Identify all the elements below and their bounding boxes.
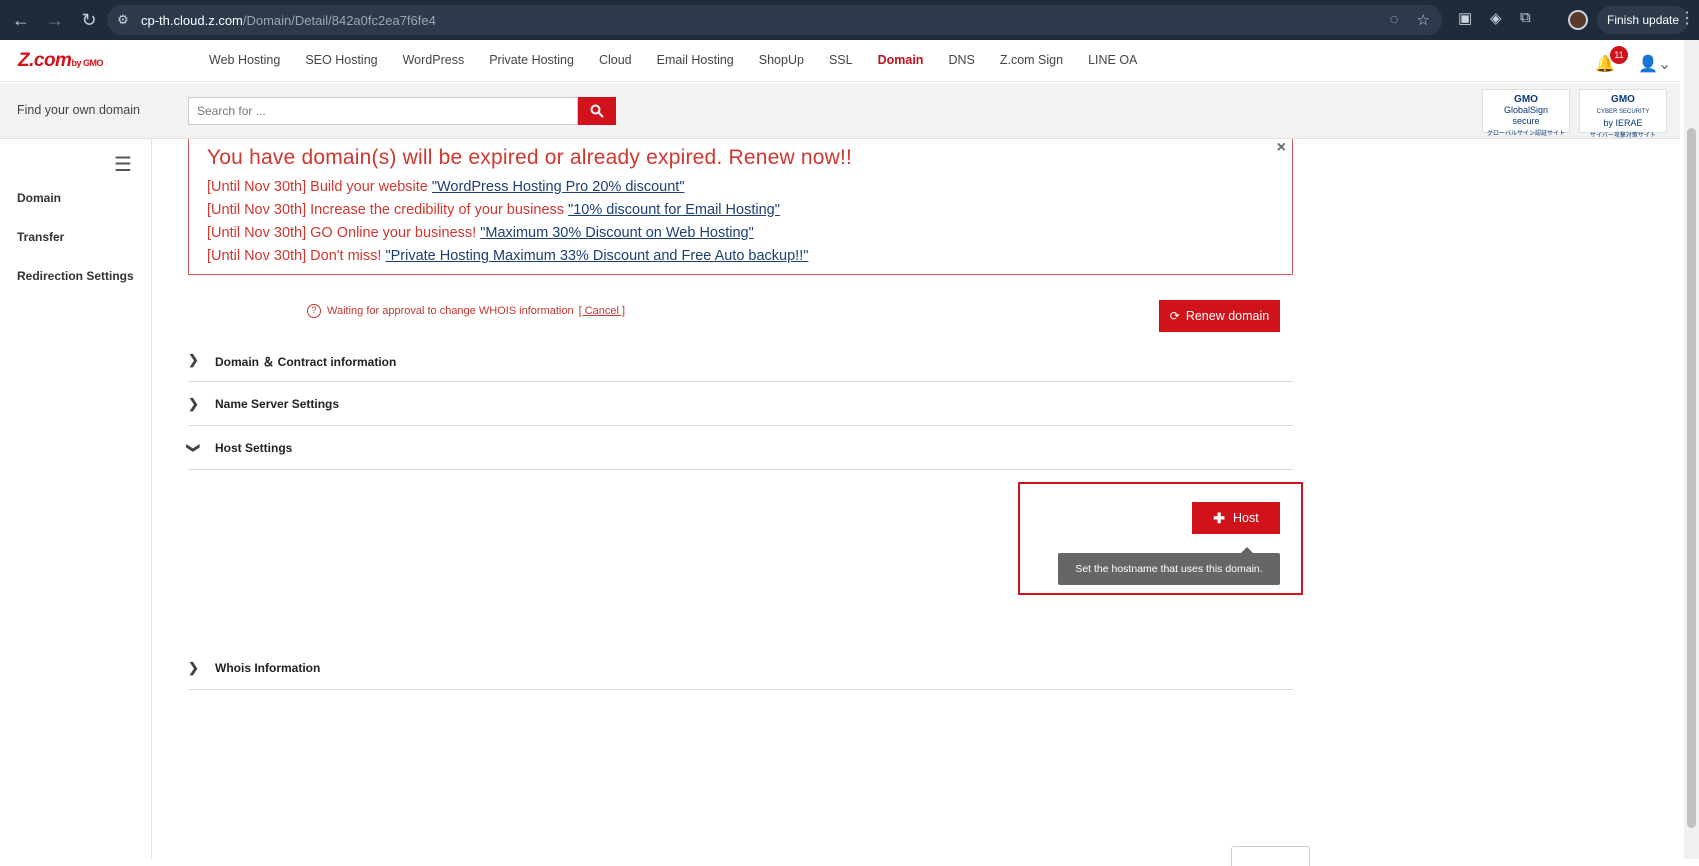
seal-ierae-cyber: CYBER SECURITY: [1596, 109, 1650, 115]
nav-private-hosting[interactable]: Private Hosting: [489, 53, 574, 67]
question-circle-icon: ?: [307, 304, 321, 318]
whois-cancel-link[interactable]: [ Cancel ]: [579, 305, 625, 317]
nav-shopup[interactable]: ShopUp: [759, 53, 804, 67]
plus-icon: ✚: [1213, 509, 1226, 526]
nav-cloud[interactable]: Cloud: [599, 53, 632, 67]
promo-link-web-hosting[interactable]: "Maximum 30% Discount on Web Hosting": [480, 225, 754, 241]
puzzle-extensions-icon[interactable]: ⧉: [1520, 9, 1531, 26]
chevron-down-icon: ❯: [186, 442, 202, 454]
user-account-icon[interactable]: 👤⌄: [1638, 54, 1671, 74]
section-title: Domain ＆ Contract information: [215, 355, 397, 369]
search-button[interactable]: [578, 97, 616, 125]
promo-link-private-hosting[interactable]: "Private Hosting Maximum 33% Discount an…: [385, 248, 808, 264]
chevron-right-icon: ❯: [188, 396, 199, 411]
expiry-alert: You have domain(s) will be expired or al…: [188, 139, 1293, 275]
host-button-label: Host: [1233, 511, 1259, 525]
nav-domain[interactable]: Domain: [878, 53, 924, 67]
url-text[interactable]: cp-th.cloud.z.com/Domain/Detail/842a0fc2…: [141, 13, 436, 28]
promo-line: [Until Nov 30th] Increase the credibilit…: [207, 199, 1274, 222]
promo-link-wordpress[interactable]: "WordPress Hosting Pro 20% discount": [432, 179, 685, 195]
whois-waiting-notice: ? Waiting for approval to change WHOIS i…: [307, 304, 625, 318]
page-scrollbar[interactable]: [1684, 40, 1699, 859]
promo-text: [Until Nov 30th] GO Online your business…: [207, 225, 481, 241]
url-path: /Domain/Detail/842a0fc2ea7f6fe4: [242, 12, 436, 28]
seal-gs-secure: secure: [1512, 116, 1540, 126]
ierae-seal[interactable]: GMO CYBER SECURITY by IERAE サイバー攻撃対策サイト: [1579, 89, 1667, 139]
host-settings-panel: ✚ Host Set the hostname that uses this d…: [1018, 482, 1303, 595]
eye-off-icon[interactable]: ◌: [1390, 11, 1399, 29]
search-icon: [590, 104, 604, 118]
back-arrow-icon[interactable]: ←: [8, 7, 34, 33]
reload-icon[interactable]: ↻: [76, 7, 102, 33]
section-whois[interactable]: ❯ Whois Information: [188, 646, 1293, 690]
nav-dns[interactable]: DNS: [948, 53, 974, 67]
extension-badge-icon[interactable]: ◈: [1490, 9, 1502, 27]
nav-zcom-sign[interactable]: Z.com Sign: [1000, 53, 1063, 67]
promo-line: [Until Nov 30th] Don't miss! "Private Ho…: [207, 245, 1274, 268]
domain-search-input[interactable]: [188, 97, 578, 125]
promo-line: [Until Nov 30th] Build your website "Wor…: [207, 176, 1274, 199]
promo-line: [Until Nov 30th] GO Online your business…: [207, 222, 1274, 245]
promo-text: [Until Nov 30th] Build your website: [207, 179, 432, 195]
promo-text: [Until Nov 30th] Don't miss!: [207, 248, 386, 264]
site-settings-icon[interactable]: ⚙: [113, 12, 133, 28]
whois-waiting-text: Waiting for approval to change WHOIS inf…: [327, 305, 574, 317]
close-icon[interactable]: ×: [1277, 139, 1286, 157]
section-host-settings[interactable]: ❯ Host Settings: [186, 426, 1293, 470]
nav-wordpress[interactable]: WordPress: [403, 53, 465, 67]
partial-button[interactable]: [1231, 846, 1310, 866]
browser-toolbar: ← → ↻ ⚙ cp-th.cloud.z.com/Domain/Detail/…: [0, 0, 1699, 40]
seal-gs-brand: GMO: [1514, 94, 1538, 105]
sidebar: ☰ Domain Transfer Redirection Settings: [0, 139, 152, 859]
profile-avatar[interactable]: [1568, 10, 1588, 30]
seal-ierae-brand: GMO: [1611, 94, 1635, 105]
search-label: Find your own domain: [17, 103, 140, 117]
nav-email-hosting[interactable]: Email Hosting: [657, 53, 734, 67]
nav-web-hosting[interactable]: Web Hosting: [209, 53, 280, 67]
sidebar-item-transfer[interactable]: Transfer: [17, 230, 64, 244]
seal-gs-name: GlobalSign: [1503, 105, 1549, 115]
promo-text: [Until Nov 30th] Increase the credibilit…: [207, 202, 569, 218]
chevron-right-icon: ❯: [188, 660, 199, 675]
sidebar-item-domain[interactable]: Domain: [17, 191, 61, 205]
logo-sub: by GMO: [71, 58, 103, 68]
zcom-logo[interactable]: Z.comby GMO: [18, 50, 103, 72]
nav-line-oa[interactable]: LINE OA: [1088, 53, 1137, 67]
site-header: Z.comby GMO Web Hosting SEO Hosting Word…: [0, 40, 1680, 82]
domain-search-bar: Find your own domain GMO GlobalSign secu…: [0, 83, 1680, 139]
bookmark-star-icon[interactable]: ☆: [1417, 11, 1430, 29]
section-title: Host Settings: [215, 441, 293, 455]
address-bar[interactable]: ⚙ cp-th.cloud.z.com/Domain/Detail/842a0f…: [107, 5, 1442, 35]
seal-gs-jp: グローバルサイン認証サイト: [1487, 131, 1565, 137]
sidebar-item-redirection-settings[interactable]: Redirection Settings: [17, 269, 134, 283]
globalsign-seal[interactable]: GMO GlobalSign secure グローバルサイン認証サイト: [1482, 89, 1570, 137]
scrollbar-thumb[interactable]: [1687, 128, 1696, 828]
nav-seo-hosting[interactable]: SEO Hosting: [305, 53, 377, 67]
notification-badge: 11: [1610, 46, 1628, 64]
translate-extension-icon[interactable]: ▣: [1458, 9, 1472, 27]
forward-arrow-icon[interactable]: →: [42, 7, 68, 33]
nav-ssl[interactable]: SSL: [829, 53, 853, 67]
alert-title: You have domain(s) will be expired or al…: [207, 146, 853, 169]
renew-domain-button[interactable]: ⟳ Renew domain: [1159, 300, 1280, 332]
main-nav: Web Hosting SEO Hosting WordPress Privat…: [209, 53, 1162, 67]
logo-main: Z.com: [18, 50, 72, 71]
add-host-button[interactable]: ✚ Host: [1192, 502, 1280, 534]
section-name-server[interactable]: ❯ Name Server Settings: [188, 382, 1293, 426]
section-title: Whois Information: [215, 661, 321, 675]
hamburger-menu-icon[interactable]: ☰: [114, 152, 132, 177]
renew-icon: ⟳: [1169, 309, 1180, 323]
finish-update-button[interactable]: Finish update: [1597, 6, 1690, 34]
seal-ierae-name: by IERAE: [1603, 118, 1643, 128]
seal-ierae-jp: サイバー攻撃対策サイト: [1590, 133, 1656, 139]
promo-link-email[interactable]: "10% discount for Email Hosting": [568, 202, 780, 218]
renew-button-label: Renew domain: [1185, 309, 1270, 323]
url-host: cp-th.cloud.z.com: [141, 12, 243, 28]
host-tooltip: Set the hostname that uses this domain.: [1058, 547, 1280, 585]
section-domain-contract[interactable]: ❯ Domain ＆ Contract information: [188, 338, 1293, 382]
section-title: Name Server Settings: [215, 397, 340, 411]
browser-menu-icon[interactable]: ⋮: [1679, 8, 1695, 28]
chevron-right-icon: ❯: [188, 352, 199, 367]
